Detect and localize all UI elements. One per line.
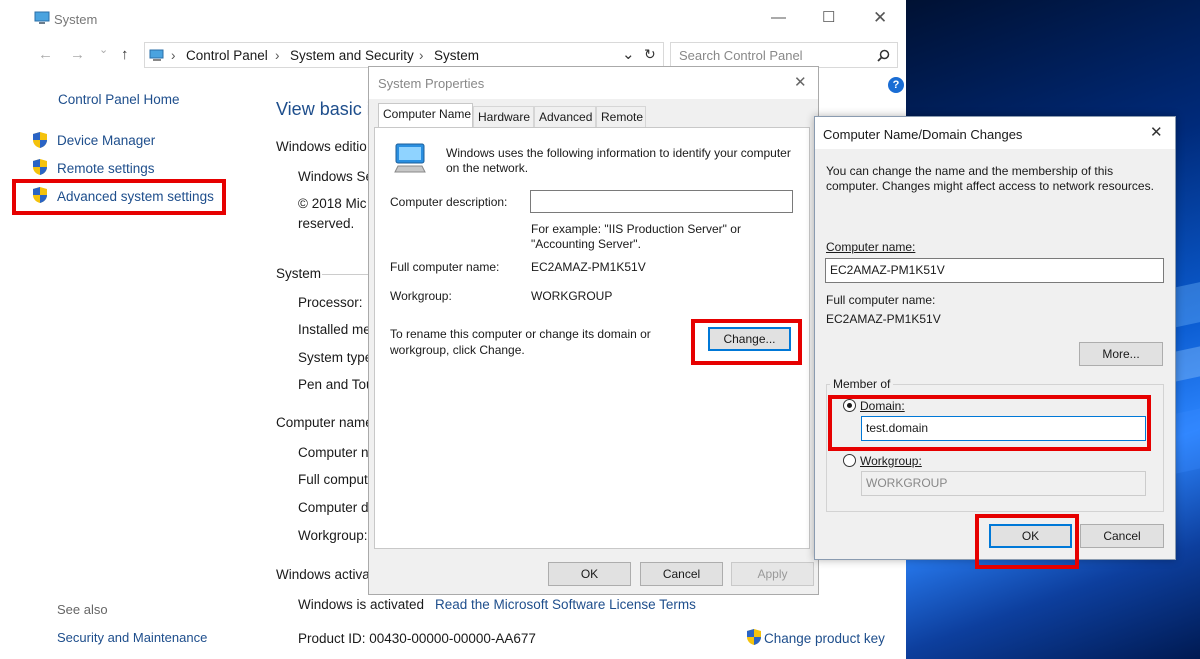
control-panel-home-link[interactable]: Control Panel Home: [58, 92, 180, 107]
change-product-key-link[interactable]: Change product key: [764, 631, 885, 646]
domain-cancel-button[interactable]: Cancel: [1080, 524, 1164, 548]
description-example-line-2: "Accounting Server".: [531, 237, 641, 251]
page-heading: View basic i: [276, 99, 371, 119]
full-computer-name-label: Full computer name:: [390, 260, 500, 274]
workgroup-label: Workgroup:: [860, 454, 922, 468]
forward-arrow-icon[interactable]: →: [70, 46, 85, 63]
highlight-advanced-settings: [12, 179, 226, 215]
copyright-line-1: © 2018 Mic: [298, 196, 367, 211]
full-computer-name-value: EC2AMAZ-PM1K51V: [531, 260, 646, 274]
close-button[interactable]: ✕: [873, 8, 887, 28]
search-placeholder: Search Control Panel: [679, 48, 803, 63]
member-of-label: Member of: [830, 377, 894, 391]
minimize-button[interactable]: —: [771, 9, 786, 26]
activation-section-heading: Windows activa: [276, 567, 370, 582]
tab-remote[interactable]: Remote: [596, 106, 646, 127]
dialog-title-bar: Computer Name/Domain Changes ✕: [815, 117, 1175, 149]
dialog-close-icon[interactable]: ✕: [1150, 123, 1163, 141]
breadcrumb-separator-icon: ›: [171, 48, 176, 63]
rename-info-line-1: To rename this computer or change its do…: [390, 327, 651, 341]
address-box[interactable]: › Control Panel › System and Security › …: [144, 42, 664, 68]
processor-label: Processor:: [298, 295, 363, 310]
search-input[interactable]: Search Control Panel: [670, 42, 898, 68]
copyright-line-2: reserved.: [298, 216, 355, 231]
computer-name-input[interactable]: EC2AMAZ-PM1K51V: [825, 258, 1164, 283]
back-arrow-icon[interactable]: ←: [38, 46, 53, 63]
dialog-title: Computer Name/Domain Changes: [823, 127, 1023, 142]
system-section-heading: System: [276, 266, 322, 281]
full-computer-name-label: Full comput: [298, 472, 368, 487]
domain-info-line-2: computer. Changes might affect access to…: [826, 179, 1154, 193]
tab-hardware[interactable]: Hardware: [473, 106, 534, 127]
network-computer-icon: [394, 143, 426, 173]
computer-icon: [34, 11, 50, 24]
device-manager-link[interactable]: Device Manager: [57, 133, 155, 148]
edition-heading: Windows editio: [276, 139, 367, 154]
uac-shield-icon: [33, 159, 47, 175]
dialog-title: System Properties: [378, 76, 485, 91]
breadcrumb-control-panel[interactable]: Control Panel: [186, 48, 268, 63]
control-panel-icon: [149, 49, 164, 61]
computer-description-label: Computer d: [298, 500, 369, 515]
domain-info-line-1: You can change the name and the membersh…: [826, 164, 1114, 178]
dropdown-chevron-icon[interactable]: ⌄: [622, 45, 635, 63]
breadcrumb-system-security[interactable]: System and Security: [290, 48, 414, 63]
search-icon[interactable]: [877, 49, 890, 62]
product-id: Product ID: 00430-00000-00000-AA677: [298, 631, 536, 646]
full-computer-name-value: EC2AMAZ-PM1K51V: [826, 312, 941, 326]
section-divider: [322, 274, 372, 275]
workgroup-label: Workgroup:: [298, 528, 368, 543]
description-example-line-1: For example: "IIS Production Server" or: [531, 222, 741, 236]
recent-chevron-icon[interactable]: ⌄: [99, 43, 108, 56]
rename-info-line-2: workgroup, click Change.: [390, 343, 525, 357]
uac-shield-icon: [33, 132, 47, 148]
security-maintenance-link[interactable]: Security and Maintenance: [57, 630, 207, 645]
breadcrumb-separator-icon: ›: [275, 48, 280, 63]
license-terms-link[interactable]: Read the Microsoft Software License Term…: [435, 597, 696, 612]
refresh-icon[interactable]: ↻: [644, 46, 656, 63]
workgroup-value: WORKGROUP: [531, 289, 613, 303]
dialog-title-bar: System Properties ✕: [369, 67, 818, 99]
tab-advanced[interactable]: Advanced: [534, 106, 596, 127]
help-icon[interactable]: ?: [888, 77, 904, 93]
breadcrumb-system[interactable]: System: [434, 48, 479, 63]
computer-name-label: Computer n: [298, 445, 369, 460]
cancel-button[interactable]: Cancel: [640, 562, 723, 586]
highlight-change-button: [691, 319, 802, 365]
workgroup-radio[interactable]: [843, 454, 856, 467]
remote-settings-link[interactable]: Remote settings: [57, 161, 155, 176]
highlight-domain-field: [828, 395, 1151, 451]
more-button[interactable]: More...: [1079, 342, 1163, 366]
ok-button[interactable]: OK: [548, 562, 631, 586]
dialog-close-icon[interactable]: ✕: [794, 73, 807, 91]
workgroup-input[interactable]: WORKGROUP: [861, 471, 1146, 496]
breadcrumb-separator-icon: ›: [419, 48, 424, 63]
computer-description-label: Computer description:: [390, 195, 508, 209]
installed-memory-label: Installed me: [298, 322, 371, 337]
computer-name-section-heading: Computer name: [276, 415, 373, 430]
highlight-ok-button: [975, 514, 1079, 569]
computer-description-input[interactable]: [530, 190, 793, 213]
see-also-heading: See also: [57, 602, 108, 617]
computer-name-label: Computer name:: [826, 240, 916, 254]
computer-name-info: Windows uses the following information t…: [446, 146, 791, 175]
full-computer-name-label: Full computer name:: [826, 293, 936, 307]
title-bar: System — ☐ ✕: [0, 0, 906, 38]
window-title: System: [54, 12, 98, 27]
tab-computer-name[interactable]: Computer Name: [378, 103, 473, 128]
maximize-button[interactable]: ☐: [822, 8, 835, 26]
edition-value: Windows Se: [298, 169, 374, 184]
workgroup-label: Workgroup:: [390, 289, 452, 303]
activated-status: Windows is activated: [298, 597, 425, 612]
uac-shield-icon: [747, 629, 761, 645]
system-type-label: System type: [298, 350, 373, 365]
pen-touch-label: Pen and Tou: [298, 377, 374, 392]
up-arrow-icon[interactable]: ↑: [121, 46, 129, 63]
apply-button[interactable]: Apply: [731, 562, 814, 586]
